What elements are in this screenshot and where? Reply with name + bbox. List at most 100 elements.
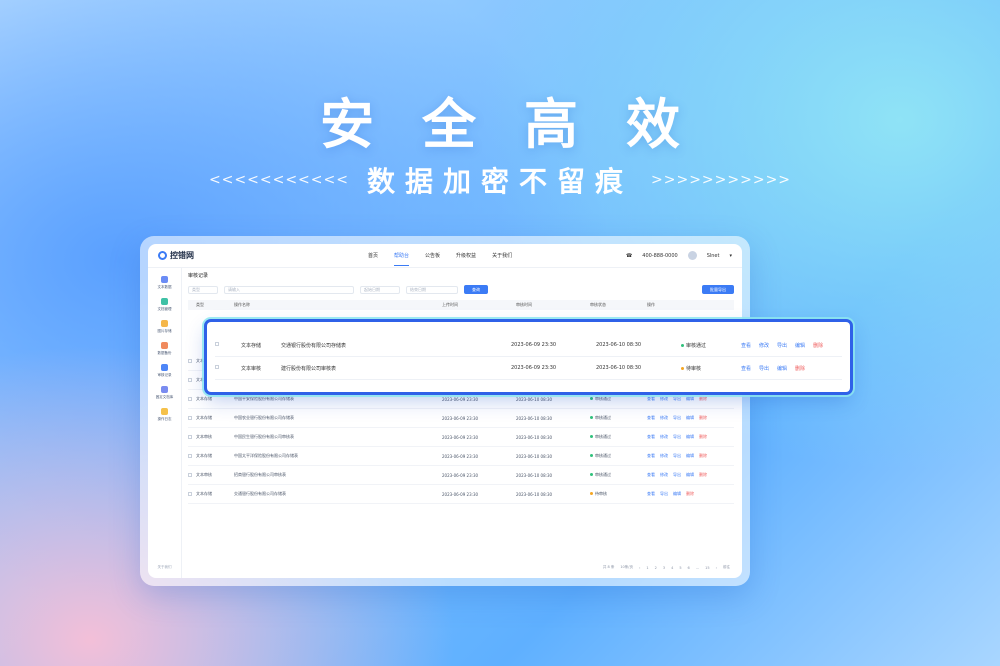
page-number[interactable]: 6 xyxy=(688,566,690,570)
action-link[interactable]: 导出 xyxy=(673,472,681,477)
nav-item[interactable]: 公告板 xyxy=(425,246,440,266)
action-link[interactable]: 查看 xyxy=(741,343,751,349)
avatar[interactable] xyxy=(687,251,697,260)
row-checkbox[interactable] xyxy=(188,472,192,477)
end-date-input[interactable]: 结束日期 xyxy=(406,285,458,294)
row-checkbox[interactable] xyxy=(215,365,219,369)
page-number[interactable]: 15 xyxy=(705,566,709,570)
main-content: 审核记录 类型 请输入 起始日期 结束日期 查询 批量导出 类型 操作名称 上传时间… xyxy=(188,272,734,572)
prev-page-icon[interactable]: ‹ xyxy=(639,566,640,570)
action-link[interactable]: 编辑 xyxy=(686,415,694,420)
sidebar-item[interactable]: 图片存储 xyxy=(148,320,181,334)
action-link[interactable]: 编辑 xyxy=(777,366,787,372)
cell-up: 2023-06-09 23:30 xyxy=(442,472,479,478)
action-link[interactable]: 查看 xyxy=(647,453,655,458)
action-link[interactable]: 编辑 xyxy=(673,491,681,496)
action-link[interactable]: 导出 xyxy=(673,434,681,439)
action-link[interactable]: 删除 xyxy=(699,415,707,420)
row-checkbox[interactable] xyxy=(188,491,192,496)
row-checkbox[interactable] xyxy=(215,342,219,346)
nav-item[interactable]: 关于我们 xyxy=(492,246,512,266)
row-actions: 查看修改导出编辑删除 xyxy=(647,453,734,459)
nav-item[interactable]: 升级权益 xyxy=(456,246,476,266)
action-link[interactable]: 导出 xyxy=(673,415,681,420)
row-checkbox[interactable] xyxy=(188,358,192,363)
nav-item[interactable]: 首页 xyxy=(368,246,378,266)
action-link[interactable]: 编辑 xyxy=(686,472,694,477)
page-number[interactable]: 4 xyxy=(671,566,673,570)
page-number[interactable]: 5 xyxy=(679,566,681,570)
action-link[interactable]: 修改 xyxy=(660,415,668,420)
action-link[interactable]: 删除 xyxy=(813,343,823,349)
action-link[interactable]: 查看 xyxy=(741,366,751,372)
cell-up: 2023-06-09 23:30 xyxy=(442,396,479,402)
row-checkbox-cell xyxy=(188,434,196,440)
action-link[interactable]: 删除 xyxy=(795,366,805,372)
search-button[interactable]: 查询 xyxy=(464,285,488,294)
row-checkbox[interactable] xyxy=(188,377,192,382)
action-link[interactable]: 修改 xyxy=(660,434,668,439)
action-link[interactable]: 修改 xyxy=(660,472,668,477)
nav-item[interactable]: 帮助台 xyxy=(394,246,410,266)
action-link[interactable]: 编辑 xyxy=(686,453,694,458)
sidebar-item[interactable]: 审核记录 xyxy=(148,364,181,378)
cell-name: 中国民生银行股份有限公司审核表 xyxy=(234,434,294,439)
action-link[interactable]: 查看 xyxy=(647,472,655,477)
row-checkbox[interactable] xyxy=(188,434,192,439)
action-link[interactable]: 导出 xyxy=(777,343,787,349)
status-badge: 审核通过 xyxy=(590,434,647,440)
user-name[interactable]: Slnet xyxy=(707,253,720,259)
action-link[interactable]: 删除 xyxy=(699,472,707,477)
action-link[interactable]: 查看 xyxy=(647,396,655,401)
chevrons-left-icon: <<<<<<<<<<< xyxy=(208,172,349,188)
action-link[interactable]: 导出 xyxy=(759,366,769,372)
status-dot-icon xyxy=(590,454,593,457)
action-link[interactable]: 导出 xyxy=(660,491,668,496)
page-title: 审核记录 xyxy=(188,273,209,279)
action-link[interactable]: 编辑 xyxy=(795,343,805,349)
status-badge: 审核通过 xyxy=(590,396,647,402)
cell-name: 建行股份有限公司审核表 xyxy=(281,365,337,372)
logo[interactable]: 控错网 xyxy=(158,250,368,261)
action-link[interactable]: 修改 xyxy=(759,343,769,349)
sidebar-footer[interactable]: 关于我们 xyxy=(148,565,181,570)
cell-rv: 2023-06-10 08:30 xyxy=(516,434,553,440)
sidebar-item[interactable]: 操作日志 xyxy=(148,408,181,422)
chevron-down-icon[interactable]: ▾ xyxy=(729,253,732,259)
sidebar-item[interactable]: 文本数据 xyxy=(148,276,181,290)
sidebar-item[interactable]: 文档管理 xyxy=(148,298,181,312)
page-number[interactable]: 1 xyxy=(646,566,648,570)
action-link[interactable]: 导出 xyxy=(673,453,681,458)
action-link[interactable]: 修改 xyxy=(660,396,668,401)
action-link[interactable]: 编辑 xyxy=(686,434,694,439)
table-row: 文本审核 中国民生银行股份有限公司审核表 2023-06-09 23:30 2023-… xyxy=(188,428,734,447)
action-link[interactable]: 查看 xyxy=(647,491,655,496)
search-input[interactable]: 请输入 xyxy=(224,285,354,294)
row-actions: 查看修改导出编辑删除 xyxy=(647,415,734,421)
cell-rv: 2023-06-10 08:30 xyxy=(596,342,642,348)
page-size-select[interactable]: 10条/页 xyxy=(620,565,633,570)
page-number[interactable]: 2 xyxy=(655,566,657,570)
action-link[interactable]: 查看 xyxy=(647,434,655,439)
row-checkbox[interactable] xyxy=(188,396,192,401)
page-number[interactable]: 3 xyxy=(663,566,665,570)
sidebar-item[interactable]: 固定文档库 xyxy=(148,386,181,400)
start-date-input[interactable]: 起始日期 xyxy=(360,285,400,294)
page-number[interactable]: ... xyxy=(696,566,699,570)
action-link[interactable]: 修改 xyxy=(660,453,668,458)
action-link[interactable]: 删除 xyxy=(699,453,707,458)
action-link[interactable]: 删除 xyxy=(699,434,707,439)
action-link[interactable]: 查看 xyxy=(647,415,655,420)
type-select[interactable]: 类型 xyxy=(188,285,218,294)
action-link[interactable]: 导出 xyxy=(673,396,681,401)
action-link[interactable]: 删除 xyxy=(699,396,707,401)
cell-up: 2023-06-09 23:30 xyxy=(511,365,557,371)
action-link[interactable]: 编辑 xyxy=(686,396,694,401)
next-page-icon[interactable]: › xyxy=(716,566,717,570)
row-checkbox[interactable] xyxy=(188,453,192,458)
sidebar-item[interactable]: 数据备份 xyxy=(148,342,181,356)
action-link[interactable]: 删除 xyxy=(686,491,694,496)
row-checkbox[interactable] xyxy=(188,415,192,420)
column-header: 上传时间 xyxy=(442,302,458,307)
export-button[interactable]: 批量导出 xyxy=(702,285,734,294)
